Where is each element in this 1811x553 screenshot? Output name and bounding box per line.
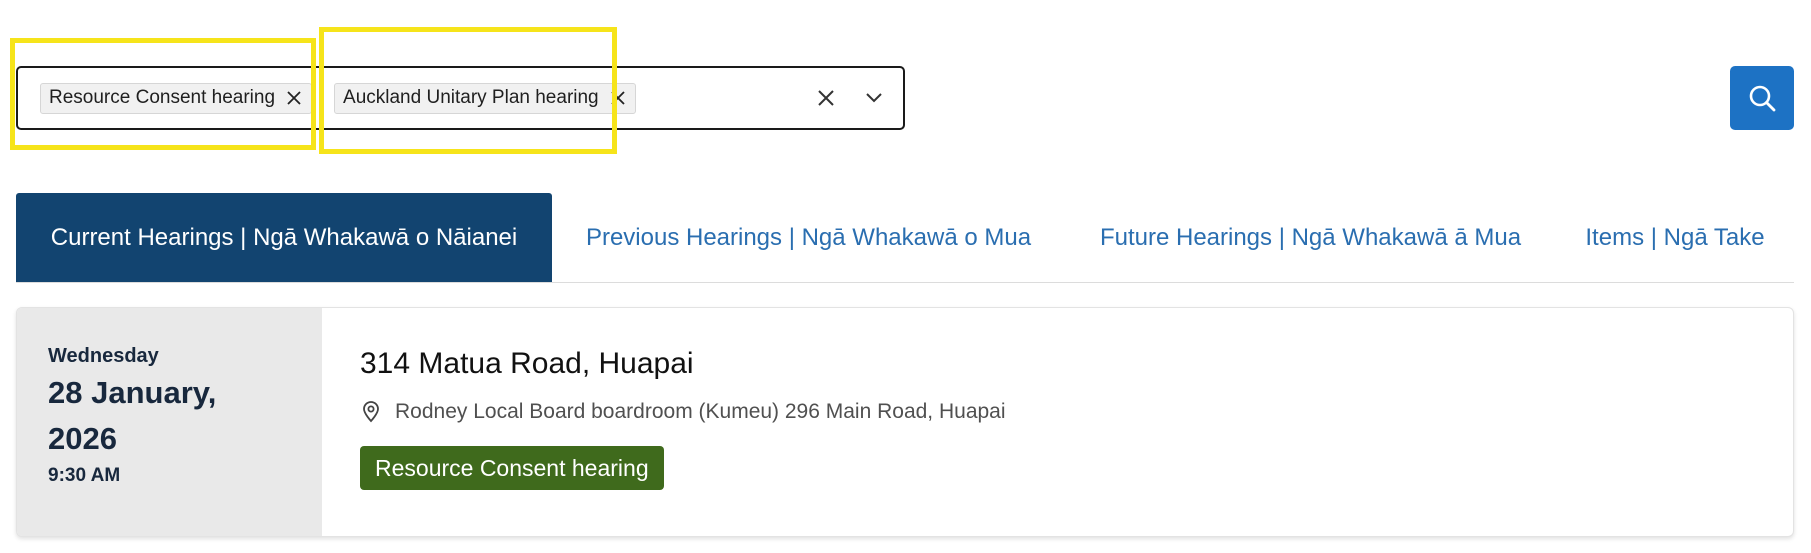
tab-label: Current Hearings | Ngā Whakawā o Nāianei	[50, 224, 518, 251]
hearing-weekday: Wednesday	[48, 345, 159, 367]
select-controls	[815, 87, 903, 109]
tab-previous-hearings[interactable]: Previous Hearings | Ngā Whakawā o Mua	[552, 193, 1065, 282]
search-button[interactable]	[1730, 66, 1794, 130]
hearing-type-filter[interactable]: Resource Consent hearing Auckland Unitar…	[16, 66, 905, 130]
search-icon	[1747, 83, 1777, 113]
hearing-card[interactable]: Wednesday 28 January, 2026 9:30 AM 314 M…	[16, 307, 1794, 537]
chevron-down-icon[interactable]	[863, 87, 885, 109]
clear-all-close-icon[interactable]	[815, 87, 837, 109]
chip-auckland-unitary-plan: Auckland Unitary Plan hearing	[334, 82, 636, 114]
chip-resource-consent: Resource Consent hearing	[40, 82, 313, 114]
map-pin-icon	[360, 401, 382, 423]
hearing-venue: Rodney Local Board boardroom (Kumeu) 296…	[360, 400, 1006, 424]
hearing-details: 314 Matua Road, Huapai Rodney Local Boar…	[322, 308, 1006, 536]
chip-label: Auckland Unitary Plan hearing	[343, 87, 599, 108]
chip-label: Resource Consent hearing	[49, 87, 276, 108]
hearing-type-badge: Resource Consent hearing	[360, 446, 664, 490]
hearings-page: Resource Consent hearing Auckland Unitar…	[0, 0, 1811, 553]
tab-future-hearings[interactable]: Future Hearings | Ngā Whakawā ā Mua	[1065, 193, 1556, 282]
hearing-date: 28 January, 2026	[48, 375, 217, 456]
tab-current-hearings[interactable]: Current Hearings | Ngā Whakawā o Nāianei	[16, 193, 552, 282]
close-icon[interactable]	[284, 88, 304, 108]
tab-items[interactable]: Items | Ngā Take	[1556, 193, 1794, 282]
venue-text: Rodney Local Board boardroom (Kumeu) 296…	[395, 400, 1006, 423]
tab-label: Previous Hearings | Ngā Whakawā o Mua	[585, 224, 1032, 251]
selected-chips: Resource Consent hearing Auckland Unitar…	[18, 68, 658, 128]
close-icon[interactable]	[608, 88, 628, 108]
tab-label: Future Hearings | Ngā Whakawā ā Mua	[1099, 224, 1522, 251]
hearing-time: 9:30 AM	[48, 465, 121, 486]
hearing-title[interactable]: 314 Matua Road, Huapai	[360, 346, 1006, 382]
tab-label: Items | Ngā Take	[1585, 224, 1765, 251]
hearing-date-panel: Wednesday 28 January, 2026 9:30 AM	[17, 308, 322, 536]
hearing-tabs: Current Hearings | Ngā Whakawā o Nāianei…	[16, 193, 1794, 283]
